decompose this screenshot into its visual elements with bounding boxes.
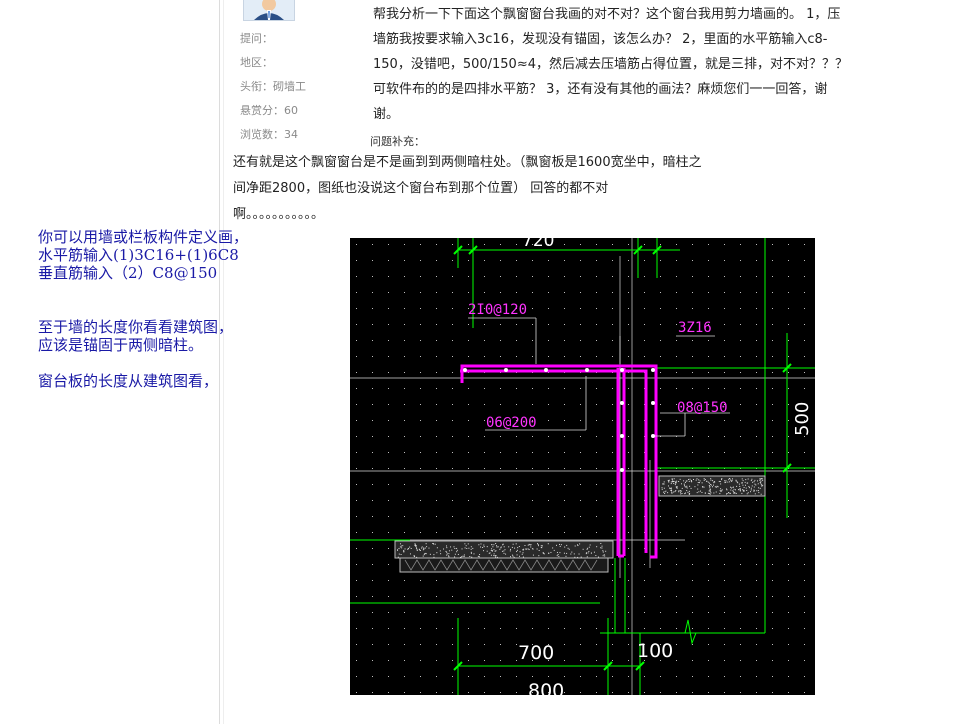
rebar-lines xyxy=(460,364,658,559)
supplement-line: 间净距2800，图纸也没说这个窗台布到那个位置） 回答的都不对 xyxy=(233,181,609,196)
question-line: 150，没错吧，500/150≈4，然后减去压墙筋占得位置，就是三排，对不对？？… xyxy=(373,57,848,72)
cad-drawing: 720 2I0@120 3Z16 06@200 08@150 500 700 1… xyxy=(350,231,815,702)
construction-lines xyxy=(350,238,815,695)
left-column xyxy=(0,0,220,724)
question-line: 墙筋我按要求输入3c16，发现没有锚固，该怎么办？ 2，里面的水平筋输入c8- xyxy=(373,32,828,47)
answer-line: 你可以用墙或栏板构件定义画， xyxy=(38,228,249,246)
top-dimension-label: 720 xyxy=(522,238,554,251)
bounty-field: 悬赏分：60 xyxy=(240,104,298,118)
region-field: 地区： xyxy=(240,56,273,70)
question-line: 可软件布的的是四排水平筋？ 3，还有没有其他的画法？麻烦您们一一回答，谢 xyxy=(373,82,828,97)
bottom-dimension-a-label: 700 xyxy=(518,642,554,664)
supplement-line: 啊。。。。。。。。。。。 xyxy=(233,207,325,222)
dimension-lines xyxy=(350,238,815,695)
title-field: 头衔：砌墙工 xyxy=(240,80,306,94)
avatar-icon xyxy=(244,0,294,20)
answer-line: 窗台板的长度从建筑图看， xyxy=(38,372,219,390)
answer-line: 应该是锚固于两侧暗柱。 xyxy=(38,336,204,354)
rebar-stirrup-label: 08@150 xyxy=(677,400,728,416)
views-value: 34 xyxy=(284,128,298,141)
bottom-total-dimension-label: 800 xyxy=(528,680,564,695)
supplement-line: 还有就是这个飘窗窗台是不是画到到两侧暗柱处。（飘窗板是1600宽坐中，暗柱之 xyxy=(233,155,702,170)
column-divider-inner xyxy=(223,0,224,724)
column-divider xyxy=(219,0,220,724)
title-value: 砌墙工 xyxy=(273,80,306,93)
title-label: 头衔： xyxy=(240,80,273,93)
question-line: 谢。 xyxy=(373,107,400,122)
supplement-label: 问题补充： xyxy=(370,135,425,148)
views-field: 浏览数：34 xyxy=(240,128,298,142)
asker-field: 提问： xyxy=(240,32,273,46)
answer-line: 至于墙的长度你看看建筑图， xyxy=(38,318,234,336)
bounty-value: 60 xyxy=(284,104,298,117)
cad-canvas: 720 2I0@120 3Z16 06@200 08@150 500 700 1… xyxy=(350,231,815,702)
question-text: 帮我分析一下下面这个飘窗窗台我画的对不对？这个窗台我用剪力墙画的。 1，压 墙筋… xyxy=(373,2,918,127)
answer-line: 水平筋输入(1)3C16+(1)6C8 xyxy=(38,246,239,264)
question-line: 帮我分析一下下面这个飘窗窗台我画的对不对？这个窗台我用剪力墙画的。 1，压 xyxy=(373,7,841,22)
user-avatar[interactable] xyxy=(243,0,295,21)
bottom-dimension-b-label: 100 xyxy=(637,640,673,662)
rebar-horizontal-label: 06@200 xyxy=(486,415,537,431)
rebar-main-label: 3Z16 xyxy=(678,320,712,336)
region-label: 地区： xyxy=(240,56,273,69)
views-label: 浏览数： xyxy=(240,128,284,141)
rebar-top-label: 2I0@120 xyxy=(468,302,527,318)
bounty-label: 悬赏分： xyxy=(240,104,284,117)
supplement-text: 还有就是这个飘窗窗台是不是画到到两侧暗柱处。（飘窗板是1600宽坐中，暗柱之 间… xyxy=(233,150,793,228)
asker-label: 提问： xyxy=(240,32,273,45)
height-dimension-label: 500 xyxy=(792,402,813,436)
answer-line: 垂直筋输入（2）C8@150 xyxy=(38,264,218,282)
